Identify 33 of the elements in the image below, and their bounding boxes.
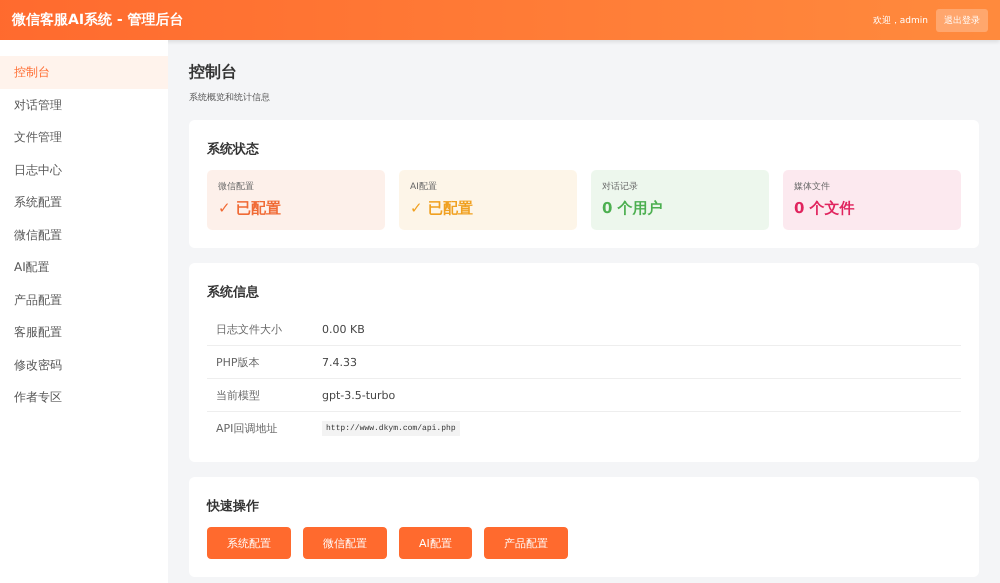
sidebar-item[interactable]: 客服配置 <box>0 316 168 348</box>
info-value: 7.4.33 <box>322 356 357 368</box>
sidebar-item[interactable]: 对话管理 <box>0 88 168 121</box>
sidebar-item[interactable]: 系统配置 <box>0 186 168 218</box>
sidebar-item[interactable]: 作者专区 <box>0 381 168 414</box>
stat-value: ✓ 已配置 <box>410 199 474 218</box>
page-title: 控制台 <box>189 62 238 83</box>
info-label: API回调地址 <box>216 420 278 436</box>
section-title: 快速操作 <box>207 498 260 515</box>
stat-label: 微信配置 <box>218 180 255 193</box>
sidebar-item[interactable]: 修改密码 <box>0 348 168 381</box>
url-code: http://www.dkym.com/api.php <box>322 420 460 436</box>
stat-value: ✓ 已配置 <box>218 199 282 218</box>
info-label: PHP版本 <box>216 354 261 370</box>
sidebar-item[interactable]: 产品配置 <box>0 284 168 316</box>
section-title: 系统信息 <box>207 284 260 301</box>
stat-label: 对话记录 <box>602 180 639 193</box>
sidebar-item[interactable]: 日志中心 <box>0 154 168 186</box>
stat-value: 0 个用户 <box>602 199 664 218</box>
sidebar-item[interactable]: AI配置 <box>0 251 168 284</box>
sidebar-item[interactable]: 文件管理 <box>0 121 168 154</box>
stat-value: 0 个文件 <box>794 199 856 218</box>
app-title: 微信客服AI系统 - 管理后台 <box>12 11 184 29</box>
info-value: 0.00 KB <box>322 322 365 336</box>
stat-label: 媒体文件 <box>794 180 831 193</box>
sidebar-item[interactable]: 微信配置 <box>0 218 168 251</box>
page-subtitle: 系统概览和统计信息 <box>189 92 271 104</box>
section-title: 系统状态 <box>207 140 260 158</box>
info-value: gpt-3.5-turbo <box>322 388 396 402</box>
stat-label: AI配置 <box>410 180 438 193</box>
info-label: 当前模型 <box>216 388 261 402</box>
info-label: 日志文件大小 <box>216 322 283 336</box>
welcome-text: 欢迎，admin <box>872 14 928 26</box>
